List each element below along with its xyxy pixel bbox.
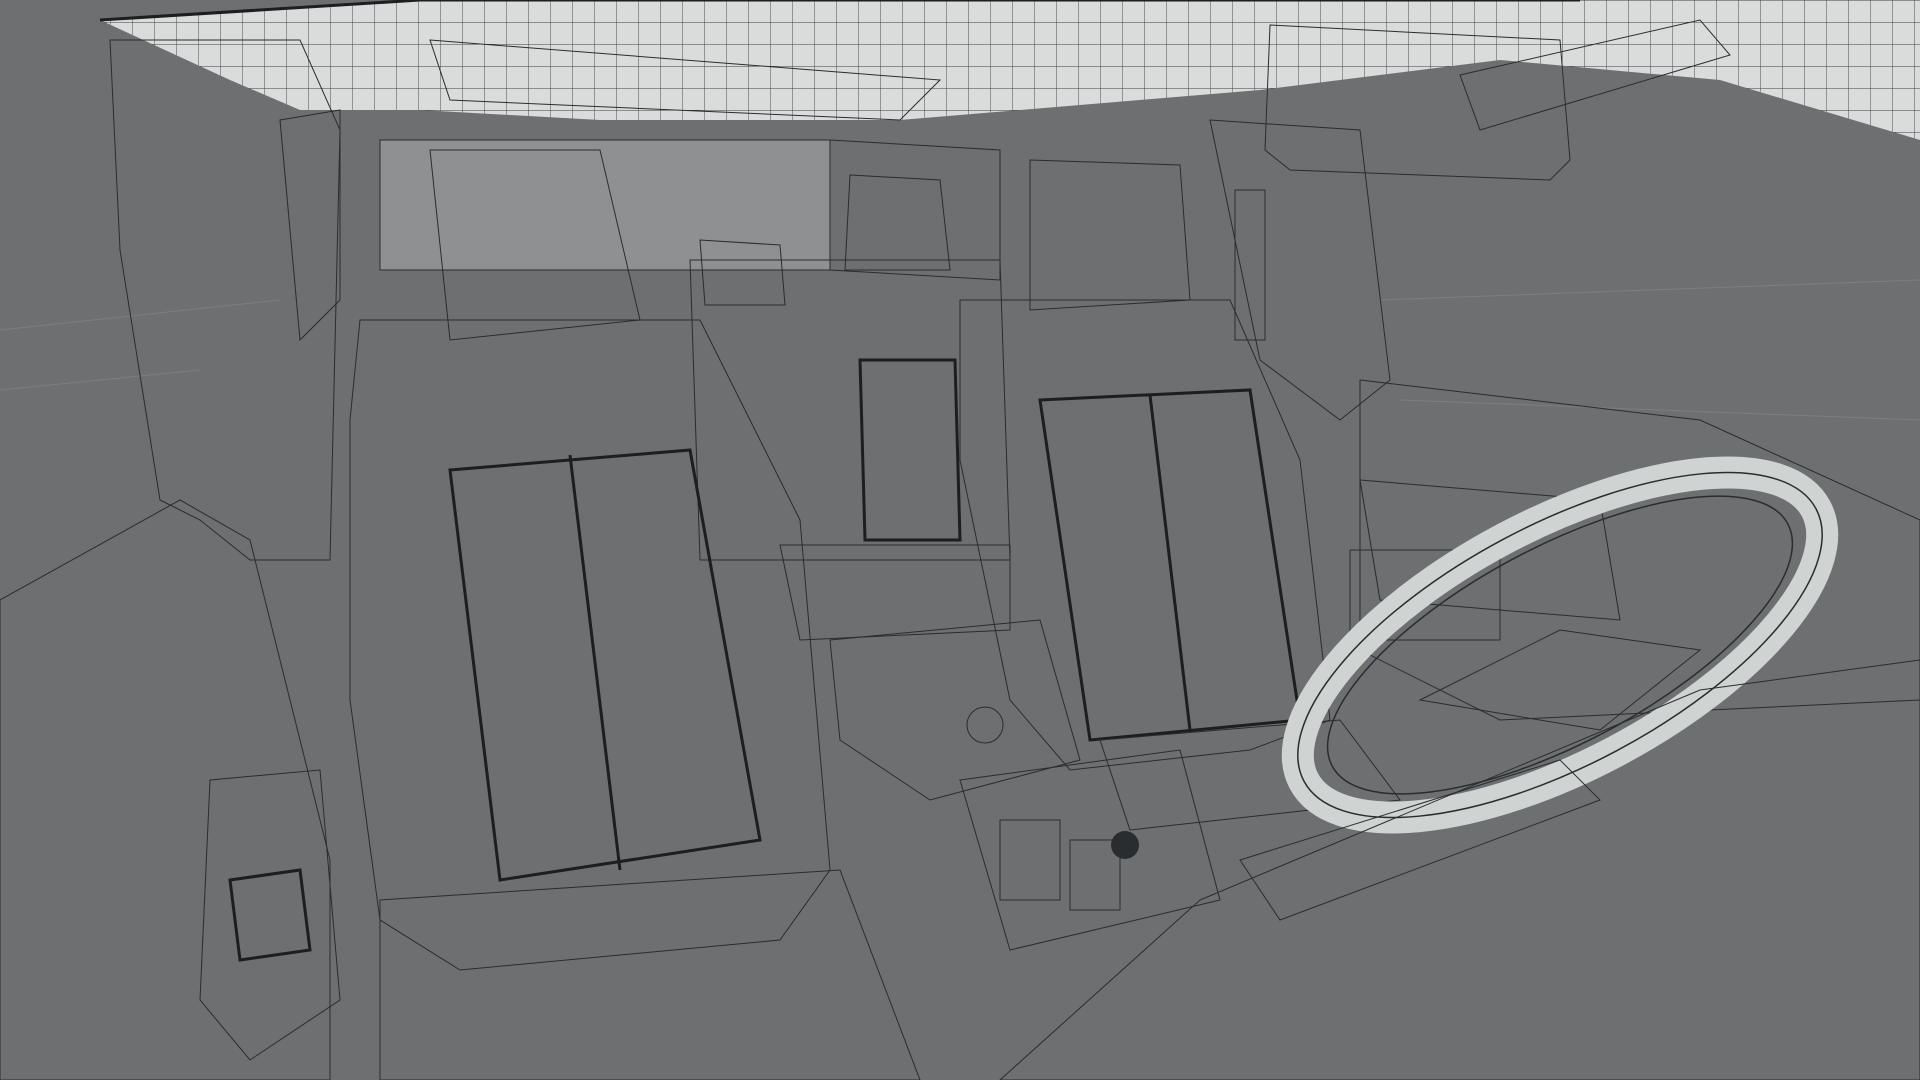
front-right-seat[interactable] [959, 159, 1401, 831]
console-latch-icon[interactable] [966, 706, 1004, 744]
rear-window-frame [379, 139, 1001, 281]
a-pillar-left[interactable] [109, 39, 341, 561]
drive-selector-knob-icon[interactable] [1111, 831, 1139, 859]
viewport-canvas[interactable] [0, 0, 1920, 1080]
3d-viewport[interactable] [0, 0, 1920, 1080]
dashboard[interactable] [999, 659, 1920, 1080]
b-pillar-right[interactable] [1209, 119, 1391, 421]
front-left-seat[interactable] [349, 149, 921, 1080]
roof-frame[interactable] [99, 0, 1920, 140]
left-door-panel[interactable] [0, 499, 341, 1080]
center-console[interactable] [829, 619, 1221, 951]
cup-holder [999, 819, 1061, 901]
